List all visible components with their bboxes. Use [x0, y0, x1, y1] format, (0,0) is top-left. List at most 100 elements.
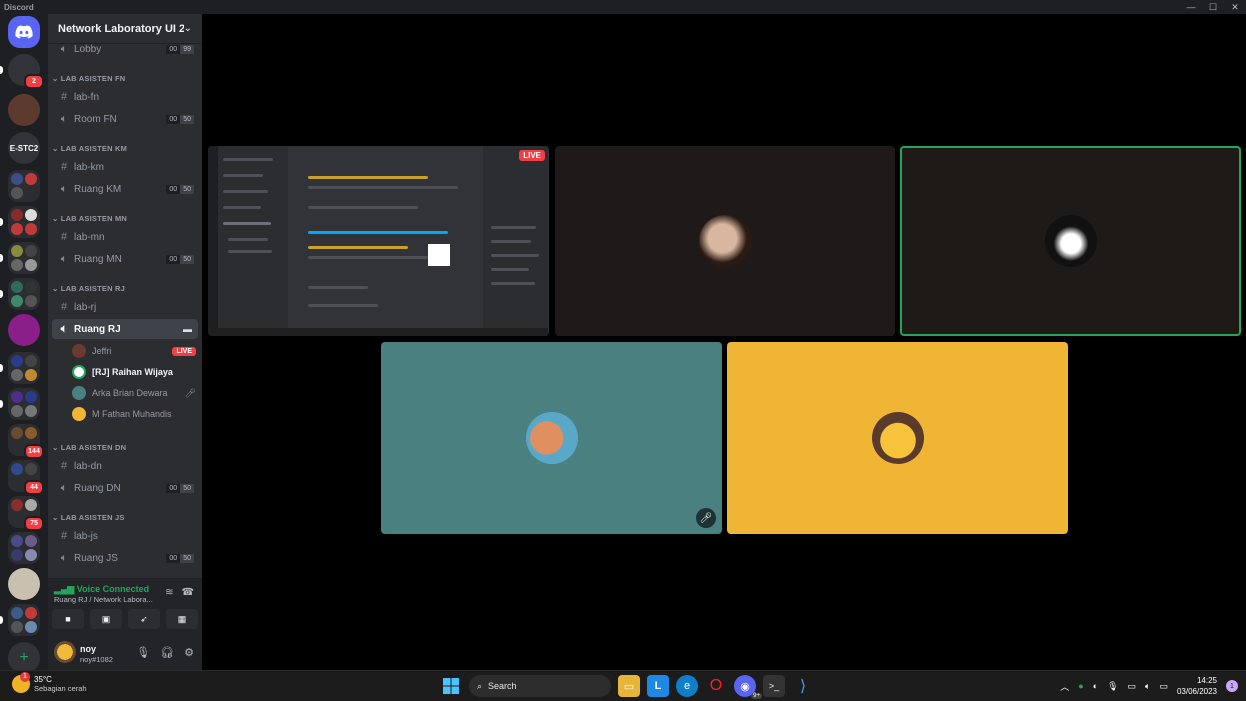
server-icon-estc2[interactable]: E-STC2 — [8, 132, 40, 164]
server-folder[interactable] — [8, 278, 40, 310]
category-lab-asisten-dn[interactable]: ⌄ LAB ASISTEN DN — [52, 443, 126, 452]
server-folder[interactable] — [8, 170, 40, 202]
file-explorer-icon[interactable]: ▭ — [618, 675, 640, 697]
server-folder[interactable]: 44 — [8, 460, 44, 495]
server-folder[interactable] — [8, 532, 40, 564]
voice-channel-ruang-km[interactable]: 🔈︎ Ruang KM 00 50 — [52, 179, 198, 199]
participant-tile[interactable] — [555, 146, 895, 336]
server-folder[interactable] — [8, 604, 40, 636]
user-limit: 00 50 — [166, 483, 194, 493]
microphone-icon[interactable]: 🎙︎ — [1107, 681, 1118, 692]
user-limit: 00 50 — [166, 553, 194, 563]
server-folder[interactable] — [8, 206, 40, 238]
category-lab-asisten-fn[interactable]: ⌄ LAB ASISTEN FN — [52, 74, 125, 83]
minimize-button[interactable]: — — [1180, 0, 1202, 14]
start-windows-icon[interactable] — [440, 675, 462, 697]
voice-channel-ruang-rj[interactable]: 🔈︎ Ruang RJ ▬ — [52, 319, 198, 339]
speaker-icon: 🔈︎ — [60, 252, 68, 265]
category-lab-asisten-js[interactable]: ⌄ LAB ASISTEN JS — [52, 513, 125, 522]
live-badge: LIVE — [519, 150, 545, 161]
text-channel-lab-mn[interactable]: # lab-mn — [52, 227, 198, 247]
server-folder[interactable] — [8, 352, 40, 384]
unread-badge: 44 — [24, 480, 44, 495]
avatar — [699, 215, 751, 267]
volume-icon[interactable]: 🔈︎ — [1145, 681, 1150, 692]
text-channel-lab-fn[interactable]: # lab-fn — [52, 87, 198, 107]
voice-channel-ruang-dn[interactable]: 🔈︎ Ruang DN 00 50 — [52, 478, 198, 498]
edge-browser-icon[interactable]: e — [676, 675, 698, 697]
chevron-down-icon: ⌄ — [183, 23, 192, 34]
clock[interactable]: 14:25 03/06/2023 — [1177, 675, 1217, 697]
unread-pill — [0, 400, 3, 408]
hash-icon: # — [60, 91, 68, 103]
voice-channel-ruang-mn[interactable]: 🔈︎ Ruang MN 00 50 — [52, 249, 198, 269]
server-folder[interactable] — [8, 242, 40, 274]
server-icon[interactable]: 2 — [8, 54, 44, 89]
camera-button[interactable]: ■ — [52, 609, 84, 629]
chevron-up-icon[interactable]: ︿ — [1060, 680, 1069, 693]
stream-tile-jeffri[interactable]: LIVE — [208, 146, 549, 336]
add-server-button[interactable]: + — [8, 642, 40, 670]
server-folder[interactable]: 144 — [8, 424, 44, 459]
text-channel-lab-js[interactable]: # lab-js — [52, 526, 198, 546]
hash-icon: # — [60, 530, 68, 542]
steam-icon[interactable]: ◐ — [1093, 681, 1098, 691]
tray-app-icon[interactable]: ● — [1078, 681, 1083, 691]
category-lab-asisten-mn[interactable]: ⌄ LAB ASISTEN MN — [52, 214, 127, 223]
voice-user[interactable]: Jeffri LIVE — [72, 341, 196, 361]
text-channel-lab-km[interactable]: # lab-km — [52, 157, 198, 177]
speaker-icon: 🔈︎ — [60, 112, 68, 125]
voice-status[interactable]: ▂▄▆ Voice Connected — [54, 584, 149, 595]
battery-icon[interactable]: ▭ — [1159, 681, 1168, 692]
username[interactable]: noy — [80, 644, 96, 654]
l-app-icon[interactable]: L — [647, 675, 669, 697]
voice-user[interactable]: [RJ] Raihan Wijaya — [72, 362, 196, 382]
voice-channel-ruang-js[interactable]: 🔈︎ Ruang JS 00 50 — [52, 548, 198, 568]
avatar — [525, 412, 578, 464]
server-folder[interactable]: 75 — [8, 496, 44, 531]
channel-sidebar: Network Laboratory UI 2... ⌄ 🔈︎ Lobby 00… — [48, 14, 202, 670]
maximize-button[interactable]: ☐ — [1202, 0, 1224, 14]
voice-user[interactable]: Arka Brian Dewara 🎤︎ — [72, 383, 196, 403]
terminal-icon[interactable]: >_ — [763, 675, 785, 697]
voice-user[interactable]: M Fathan Muhandis — [72, 404, 196, 424]
server-icon[interactable] — [8, 94, 40, 126]
microphone-icon[interactable]: 🎙︎ — [136, 646, 150, 659]
discord-taskbar-icon[interactable]: ◉ 9+ — [734, 675, 762, 699]
disconnect-icon[interactable]: ☎ — [182, 587, 194, 598]
voice-channel-room-fn[interactable]: 🔈︎ Room FN 00 50 — [52, 109, 198, 129]
screen-share-button[interactable]: ▣ — [90, 609, 122, 629]
rocket-icon: ➶ — [140, 613, 148, 624]
notification-badge[interactable]: 1 — [1226, 680, 1238, 692]
network-icon[interactable]: ▭ — [1128, 681, 1137, 692]
user-avatar[interactable] — [54, 641, 76, 663]
category-lab-asisten-km[interactable]: ⌄ LAB ASISTEN KM — [52, 144, 127, 153]
category-lab-asisten-rj[interactable]: ⌄ LAB ASISTEN RJ — [52, 284, 125, 293]
chat-bubble-icon[interactable]: ▬ — [183, 324, 192, 334]
soundboard-button[interactable]: ▦ — [166, 609, 198, 629]
text-channel-lab-rj[interactable]: # lab-rj — [52, 297, 198, 317]
activity-button[interactable]: ➶ — [128, 609, 160, 629]
server-icon[interactable] — [8, 568, 40, 600]
voice-connection-panel: ▂▄▆ Voice Connected Ruang RJ / Network L… — [48, 578, 202, 634]
text-channel-lab-dn[interactable]: # lab-dn — [52, 456, 198, 476]
noise-suppression-icon[interactable]: ≋ — [165, 587, 173, 598]
participant-tile-speaking[interactable] — [900, 146, 1241, 336]
participant-tile[interactable] — [727, 342, 1068, 534]
close-button[interactable]: ✕ — [1224, 0, 1246, 14]
vscode-icon[interactable]: ⟩ — [792, 675, 814, 697]
opera-browser-icon[interactable]: O — [705, 675, 727, 697]
voice-location[interactable]: Ruang RJ / Network Labora... — [54, 595, 153, 604]
weather-icon: 1 — [12, 672, 30, 693]
server-folder[interactable] — [8, 388, 40, 420]
taskbar-search[interactable]: ⌕ Search — [469, 675, 611, 697]
unread-badge: 144 — [24, 444, 44, 459]
headphones-icon[interactable]: 🎧︎ — [160, 646, 174, 659]
participant-tile[interactable]: 🎤︎ — [381, 342, 722, 534]
server-icon[interactable] — [8, 314, 40, 346]
home-discord-icon[interactable] — [8, 16, 40, 48]
weather-widget[interactable]: 1 35°C Sebagian cerah — [12, 672, 87, 693]
user-limit: 00 99 — [166, 44, 194, 54]
voice-channel-lobby[interactable]: 🔈︎ Lobby 00 99 — [52, 39, 198, 59]
settings-gear-icon[interactable]: ⚙ — [184, 646, 194, 659]
